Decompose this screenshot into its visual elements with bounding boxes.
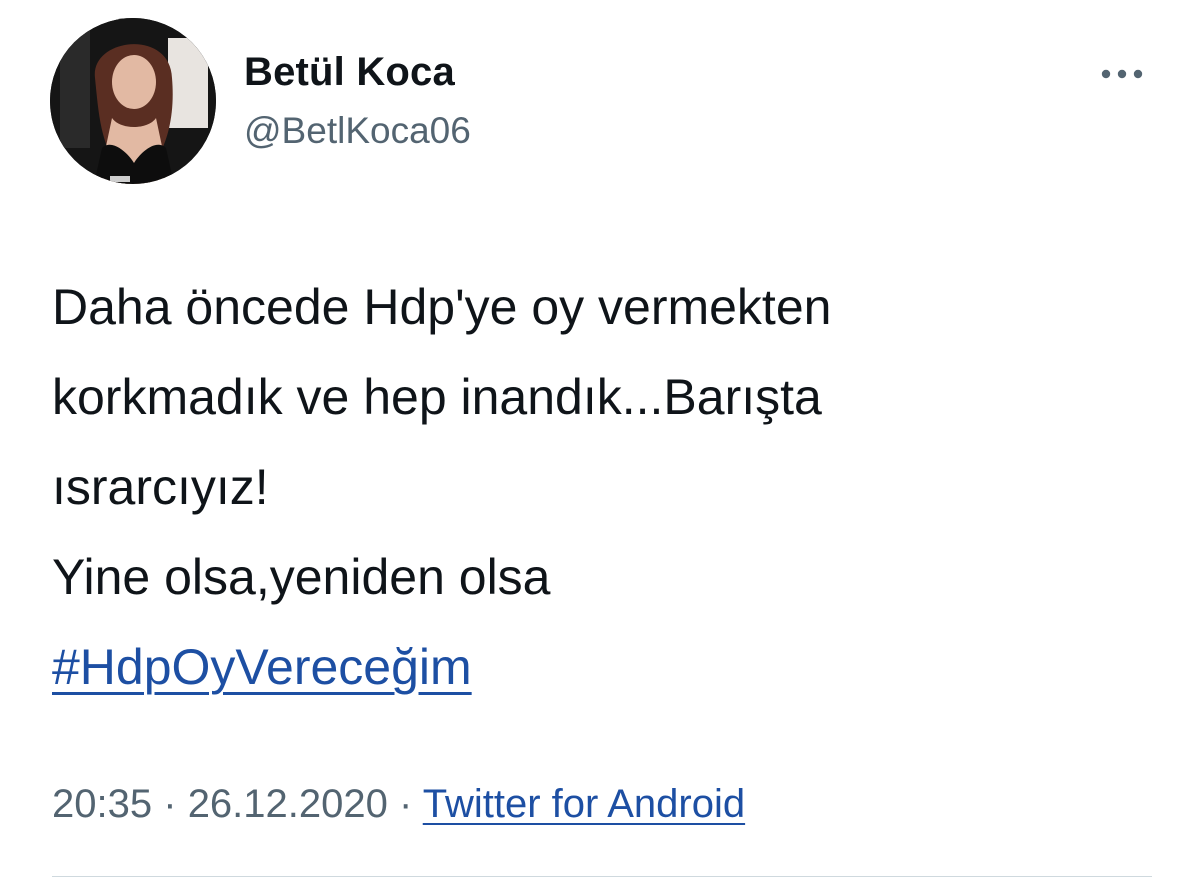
meta-separator: · [399, 782, 413, 826]
tweet-text-line: Yine olsa,yeniden olsa [52, 549, 551, 605]
meta-separator: · [163, 782, 177, 826]
hashtag-line: #HdpOyVereceğim [52, 622, 1152, 712]
author-handle[interactable]: @BetlKoca06 [244, 110, 471, 152]
author-avatar[interactable] [50, 18, 216, 184]
avatar-photo-icon [50, 18, 216, 184]
tweet-meta: 20:35 · 26.12.2020 · Twitter for Android [52, 782, 745, 827]
tweet-text: Daha öncede Hdp'ye oy vermekten korkmadı… [52, 262, 1152, 712]
more-options-icon [1101, 69, 1143, 79]
tweet-text-line: korkmadık ve hep inandık...Barışta [52, 369, 822, 425]
divider [52, 876, 1152, 877]
tweet-text-line: Daha öncede Hdp'ye oy vermekten [52, 279, 832, 335]
tweet-time[interactable]: 20:35 [52, 782, 152, 826]
tweet-text-line: ısrarcıyız! [52, 459, 269, 515]
more-options-button[interactable] [1092, 56, 1152, 92]
hashtag-link[interactable]: #HdpOyVereceğim [52, 622, 472, 712]
author-name[interactable]: Betül Koca [244, 50, 455, 95]
tweet-source-link[interactable]: Twitter for Android [423, 782, 745, 826]
tweet-card: Betül Koca @BetlKoca06 Daha öncede Hdp'y… [0, 0, 1200, 896]
tweet-date[interactable]: 26.12.2020 [188, 782, 388, 826]
